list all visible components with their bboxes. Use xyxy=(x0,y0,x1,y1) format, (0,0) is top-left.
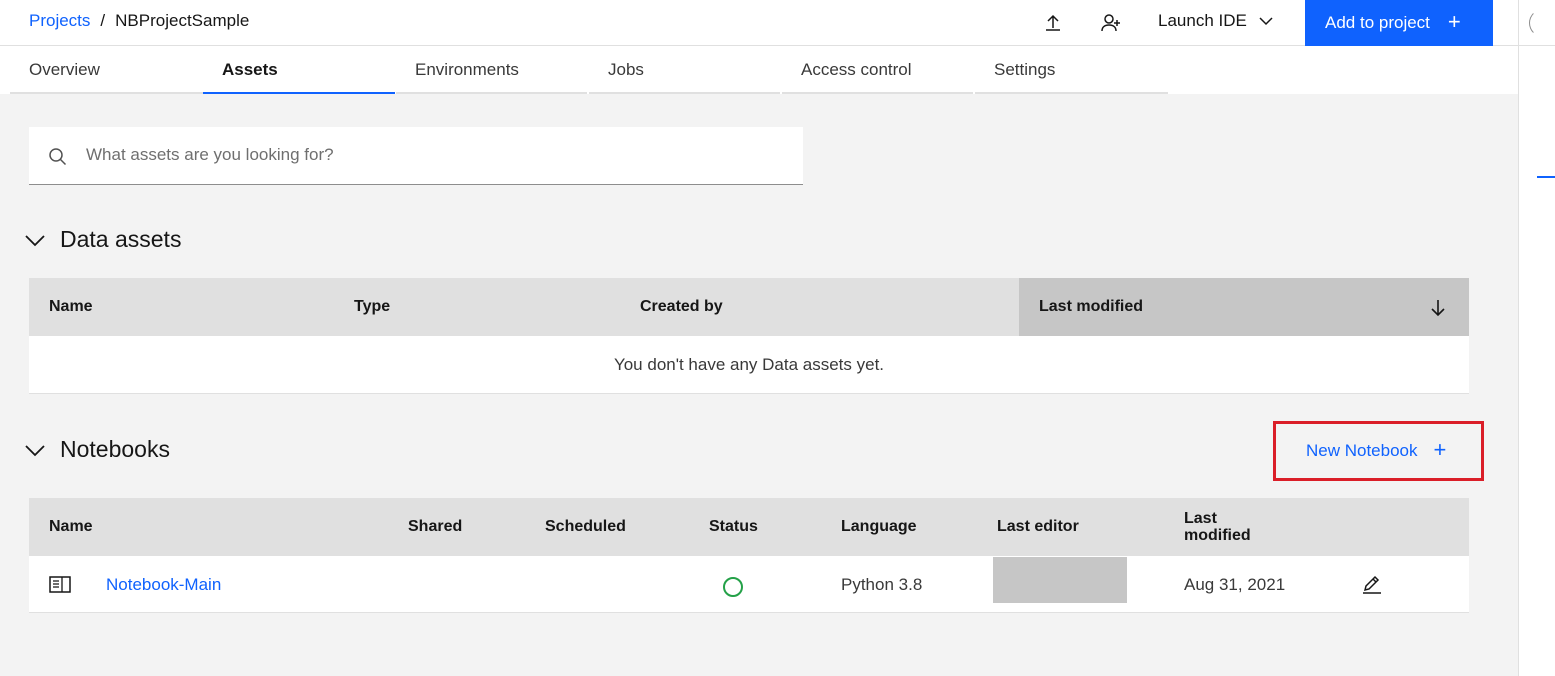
chevron-down-icon xyxy=(25,234,45,246)
arrow-down-icon xyxy=(1431,300,1445,317)
assistant-icon[interactable] xyxy=(1529,9,1555,37)
data-assets-empty-state: You don't have any Data assets yet. xyxy=(29,336,1469,394)
data-assets-section-toggle[interactable]: Data assets xyxy=(24,226,181,253)
notebook-name-link[interactable]: Notebook-Main xyxy=(106,556,221,613)
table-row[interactable]: Notebook-Main Python 3.8 Aug 31, 2021 xyxy=(29,556,1469,613)
side-panel-active-indicator xyxy=(1537,176,1555,178)
search-icon xyxy=(49,148,67,166)
project-tabs: Overview Assets Environments Jobs Access… xyxy=(0,46,1518,94)
notebook-language: Python 3.8 xyxy=(841,574,923,594)
column-header-type[interactable]: Type xyxy=(354,278,634,336)
side-panel-header xyxy=(1519,0,1555,46)
column-header-created-by[interactable]: Created by xyxy=(640,278,1010,336)
plus-icon: + xyxy=(1433,437,1447,462)
tab-assets[interactable]: Assets xyxy=(203,46,395,94)
column-header-shared[interactable]: Shared xyxy=(408,498,528,556)
column-header-language[interactable]: Language xyxy=(841,498,981,556)
breadcrumb-current-project: NBProjectSample xyxy=(115,11,250,30)
add-to-project-label: Add to project xyxy=(1325,13,1430,32)
last-modified-label: Last modified xyxy=(1039,298,1144,315)
breadcrumb: Projects / NBProjectSample xyxy=(29,11,249,31)
upload-icon[interactable] xyxy=(1039,9,1067,37)
column-header-last-modified[interactable]: Last modified xyxy=(1019,278,1469,336)
column-header-name[interactable]: Name xyxy=(49,278,349,336)
edit-icon[interactable] xyxy=(1361,556,1383,613)
data-assets-title: Data assets xyxy=(60,226,182,252)
column-header-status[interactable]: Status xyxy=(709,498,819,556)
column-header-last-editor[interactable]: Last editor xyxy=(997,498,1157,556)
search-input[interactable] xyxy=(86,127,786,183)
tab-settings[interactable]: Settings xyxy=(975,46,1168,94)
notebook-name: Notebook-Main xyxy=(106,574,222,594)
launch-ide-label: Launch IDE xyxy=(1158,11,1247,30)
notebook-last-modified: Aug 31, 2021 xyxy=(1184,574,1286,594)
tab-environments[interactable]: Environments xyxy=(396,46,587,94)
data-assets-table-header: Name Type Created by Last modified xyxy=(29,278,1469,336)
status-circle-icon xyxy=(723,577,743,597)
breadcrumb-projects-link[interactable]: Projects xyxy=(29,11,90,31)
tab-access-control[interactable]: Access control xyxy=(782,46,973,94)
tab-jobs[interactable]: Jobs xyxy=(589,46,780,94)
breadcrumb-separator: / xyxy=(100,11,106,30)
notebooks-title: Notebooks xyxy=(60,436,170,462)
notebooks-section-toggle[interactable]: Notebooks xyxy=(24,436,170,463)
add-user-icon[interactable] xyxy=(1097,9,1125,37)
asset-search xyxy=(29,127,803,185)
column-header-name[interactable]: Name xyxy=(49,498,349,556)
notebook-icon xyxy=(49,556,71,613)
column-header-last-modified[interactable]: Last modified xyxy=(1184,498,1304,556)
notebooks-table-header: Name Shared Scheduled Status Language La… xyxy=(29,498,1469,556)
column-header-scheduled[interactable]: Scheduled xyxy=(545,498,695,556)
chevron-down-icon xyxy=(1259,17,1273,26)
project-header: Projects / NBProjectSample Launch IDE Ad… xyxy=(0,0,1518,46)
new-notebook-button[interactable]: New Notebook + xyxy=(1273,421,1484,481)
status-indicator xyxy=(723,556,743,613)
last-editor-avatar xyxy=(993,557,1127,603)
tab-overview[interactable]: Overview xyxy=(10,46,203,94)
add-to-project-button[interactable]: Add to project + xyxy=(1305,0,1493,46)
side-panel xyxy=(1518,0,1555,676)
plus-icon: + xyxy=(1447,9,1461,34)
new-notebook-label: New Notebook xyxy=(1306,441,1418,460)
launch-ide-menu[interactable]: Launch IDE xyxy=(1158,11,1273,31)
chevron-down-icon xyxy=(25,444,45,456)
